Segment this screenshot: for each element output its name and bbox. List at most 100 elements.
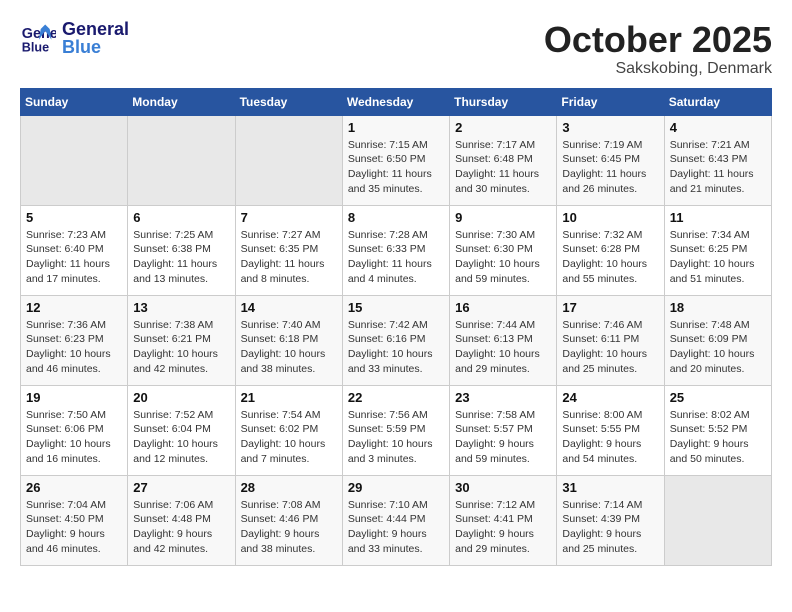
calendar-cell: 30Sunrise: 7:12 AMSunset: 4:41 PMDayligh… <box>450 475 557 565</box>
calendar-cell: 5 Sunrise: 7:23 AMSunset: 6:40 PMDaylight… <box>21 205 128 295</box>
day-number: 21 <box>241 390 337 405</box>
day-info: Sunrise: 7:15 AMSunset: 6:50 PMDaylight:… <box>348 138 444 197</box>
day-info: Sunrise: 7:06 AMSunset: 4:48 PMDaylight:… <box>133 498 229 557</box>
location: Sakskobing, Denmark <box>544 60 772 78</box>
day-info: Sunrise: 7:21 AMSunset: 6:43 PMDaylight:… <box>670 138 766 197</box>
calendar-cell: 31 Sunrise: 7:14 AMSunset: 4:39 PMDayligh… <box>557 475 664 565</box>
calendar-cell: 12 Sunrise: 7:36 AMSunset: 6:23 PMDayligh… <box>21 295 128 385</box>
calendar-cell: 23 Sunrise: 7:58 AMSunset: 5:57 PMDayligh… <box>450 385 557 475</box>
month-title: October 2025 <box>544 20 772 60</box>
day-number: 29 <box>348 480 444 495</box>
day-info: Sunrise: 7:10 AMSunset: 4:44 PMDaylight:… <box>348 498 444 557</box>
day-info: Sunrise: 7:19 AMSunset: 6:45 PMDaylight:… <box>562 138 658 197</box>
calendar-cell <box>235 115 342 205</box>
calendar-cell <box>21 115 128 205</box>
day-info: Sunrise: 7:50 AMSunset: 6:06 PMDaylight:… <box>26 408 122 467</box>
calendar-cell: 8 Sunrise: 7:28 AMSunset: 6:33 PMDaylight… <box>342 205 449 295</box>
day-info: Sunrise: 7:46 AMSunset: 6:11 PMDaylight:… <box>562 318 658 377</box>
weekday-header: Thursday <box>450 88 557 115</box>
calendar-cell: 1 Sunrise: 7:15 AMSunset: 6:50 PMDaylight… <box>342 115 449 205</box>
day-info: Sunrise: 7:52 AMSunset: 6:04 PMDaylight:… <box>133 408 229 467</box>
day-number: 11 <box>670 210 766 225</box>
calendar-cell: 4 Sunrise: 7:21 AMSunset: 6:43 PMDaylight… <box>664 115 771 205</box>
day-info: Sunrise: 7:58 AMSunset: 5:57 PMDaylight:… <box>455 408 551 467</box>
calendar-cell: 21 Sunrise: 7:54 AMSunset: 6:02 PMDayligh… <box>235 385 342 475</box>
day-number: 18 <box>670 300 766 315</box>
calendar-cell: 19 Sunrise: 7:50 AMSunset: 6:06 PMDayligh… <box>21 385 128 475</box>
day-info: Sunrise: 7:14 AMSunset: 4:39 PMDaylight:… <box>562 498 658 557</box>
day-info: Sunrise: 7:17 AMSunset: 6:48 PMDaylight:… <box>455 138 551 197</box>
day-number: 24 <box>562 390 658 405</box>
calendar-cell: 28 Sunrise: 7:08 AMSunset: 4:46 PMDayligh… <box>235 475 342 565</box>
day-info: Sunrise: 7:34 AMSunset: 6:25 PMDaylight:… <box>670 228 766 287</box>
day-number: 19 <box>26 390 122 405</box>
day-number: 9 <box>455 210 551 225</box>
day-info: Sunrise: 7:30 AMSunset: 6:30 PMDaylight:… <box>455 228 551 287</box>
calendar-week-row: 12 Sunrise: 7:36 AMSunset: 6:23 PMDayligh… <box>21 295 772 385</box>
day-number: 2 <box>455 120 551 135</box>
day-info: Sunrise: 7:42 AMSunset: 6:16 PMDaylight:… <box>348 318 444 377</box>
day-info: Sunrise: 8:02 AMSunset: 5:52 PMDaylight:… <box>670 408 766 467</box>
day-number: 1 <box>348 120 444 135</box>
calendar-week-row: 5 Sunrise: 7:23 AMSunset: 6:40 PMDaylight… <box>21 205 772 295</box>
day-number: 17 <box>562 300 658 315</box>
calendar-week-row: 1 Sunrise: 7:15 AMSunset: 6:50 PMDaylight… <box>21 115 772 205</box>
day-info: Sunrise: 7:28 AMSunset: 6:33 PMDaylight:… <box>348 228 444 287</box>
svg-text:Blue: Blue <box>22 41 49 55</box>
day-number: 7 <box>241 210 337 225</box>
day-info: Sunrise: 7:32 AMSunset: 6:28 PMDaylight:… <box>562 228 658 287</box>
day-number: 8 <box>348 210 444 225</box>
calendar-cell: 16 Sunrise: 7:44 AMSunset: 6:13 PMDayligh… <box>450 295 557 385</box>
day-number: 28 <box>241 480 337 495</box>
day-info: Sunrise: 7:36 AMSunset: 6:23 PMDaylight:… <box>26 318 122 377</box>
page-header: General Blue General Blue October 2025 S… <box>20 20 772 78</box>
day-number: 16 <box>455 300 551 315</box>
day-info: Sunrise: 7:56 AMSunset: 5:59 PMDaylight:… <box>348 408 444 467</box>
calendar-cell: 26Sunrise: 7:04 AMSunset: 4:50 PMDayligh… <box>21 475 128 565</box>
calendar-body: 1 Sunrise: 7:15 AMSunset: 6:50 PMDaylight… <box>21 115 772 565</box>
day-info: Sunrise: 7:23 AMSunset: 6:40 PMDaylight:… <box>26 228 122 287</box>
calendar-week-row: 19 Sunrise: 7:50 AMSunset: 6:06 PMDayligh… <box>21 385 772 475</box>
calendar-cell: 22 Sunrise: 7:56 AMSunset: 5:59 PMDayligh… <box>342 385 449 475</box>
day-number: 14 <box>241 300 337 315</box>
day-info: Sunrise: 7:54 AMSunset: 6:02 PMDaylight:… <box>241 408 337 467</box>
day-number: 12 <box>26 300 122 315</box>
logo: General Blue General Blue <box>20 20 129 56</box>
day-number: 5 <box>26 210 122 225</box>
calendar-cell: 7 Sunrise: 7:27 AMSunset: 6:35 PMDaylight… <box>235 205 342 295</box>
logo-line1: General <box>62 19 129 39</box>
day-info: Sunrise: 7:27 AMSunset: 6:35 PMDaylight:… <box>241 228 337 287</box>
calendar-cell: 15 Sunrise: 7:42 AMSunset: 6:16 PMDayligh… <box>342 295 449 385</box>
weekday-header: Tuesday <box>235 88 342 115</box>
calendar-cell: 13Sunrise: 7:38 AMSunset: 6:21 PMDayligh… <box>128 295 235 385</box>
day-info: Sunrise: 7:44 AMSunset: 6:13 PMDaylight:… <box>455 318 551 377</box>
day-number: 20 <box>133 390 229 405</box>
day-info: Sunrise: 8:00 AMSunset: 5:55 PMDaylight:… <box>562 408 658 467</box>
weekday-header: Wednesday <box>342 88 449 115</box>
day-info: Sunrise: 7:08 AMSunset: 4:46 PMDaylight:… <box>241 498 337 557</box>
day-info: Sunrise: 7:40 AMSunset: 6:18 PMDaylight:… <box>241 318 337 377</box>
weekday-header: Saturday <box>664 88 771 115</box>
day-number: 3 <box>562 120 658 135</box>
day-number: 10 <box>562 210 658 225</box>
day-number: 4 <box>670 120 766 135</box>
calendar-cell: 29 Sunrise: 7:10 AMSunset: 4:44 PMDayligh… <box>342 475 449 565</box>
day-number: 25 <box>670 390 766 405</box>
day-info: Sunrise: 7:04 AMSunset: 4:50 PMDaylight:… <box>26 498 122 557</box>
day-number: 15 <box>348 300 444 315</box>
calendar-cell: 27Sunrise: 7:06 AMSunset: 4:48 PMDayligh… <box>128 475 235 565</box>
weekday-header: Friday <box>557 88 664 115</box>
calendar-cell: 10 Sunrise: 7:32 AMSunset: 6:28 PMDayligh… <box>557 205 664 295</box>
calendar-cell: 17 Sunrise: 7:46 AMSunset: 6:11 PMDayligh… <box>557 295 664 385</box>
day-number: 22 <box>348 390 444 405</box>
title-block: October 2025 Sakskobing, Denmark <box>544 20 772 78</box>
day-number: 31 <box>562 480 658 495</box>
weekday-header: Monday <box>128 88 235 115</box>
day-number: 23 <box>455 390 551 405</box>
weekday-header: Sunday <box>21 88 128 115</box>
calendar-cell: 20 Sunrise: 7:52 AMSunset: 6:04 PMDayligh… <box>128 385 235 475</box>
day-number: 6 <box>133 210 229 225</box>
calendar-table: SundayMondayTuesdayWednesdayThursdayFrid… <box>20 88 772 566</box>
logo-icon: General Blue <box>20 20 56 56</box>
calendar-cell: 25 Sunrise: 8:02 AMSunset: 5:52 PMDayligh… <box>664 385 771 475</box>
